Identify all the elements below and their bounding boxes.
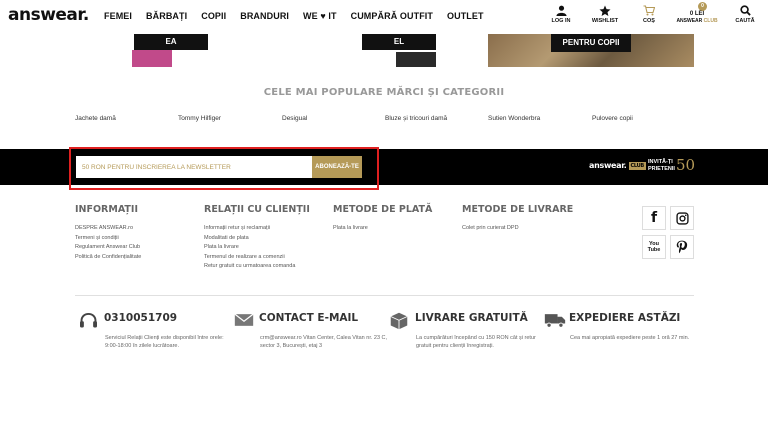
club-label: ANSWEAR CLUB: [676, 18, 717, 24]
popular-title: CELE MAI POPULARE MĂRCI ȘI CATEGORII: [263, 87, 505, 98]
hero-label-el: EL: [362, 34, 436, 50]
facebook-link[interactable]: f: [642, 206, 666, 230]
main-nav: FEMEI BĂRBAȚI COPII BRANDURI WE ♥ IT CUM…: [104, 11, 484, 21]
popular-item[interactable]: Bluze și tricouri damă: [385, 115, 447, 122]
info-title: CONTACT E-MAIL: [259, 312, 359, 324]
hero-label-copii: PENTRU COPII: [551, 34, 631, 52]
pinterest-icon: [676, 240, 688, 254]
instagram-link[interactable]: [670, 206, 694, 230]
login-label: LOG IN: [551, 18, 571, 24]
nav-item-copii[interactable]: COPII: [201, 11, 226, 21]
wishlist-label: WISHLIST: [591, 18, 619, 24]
footer-col-metode-livrare: METODE DE LIVRARE Colet prin curierat DP…: [462, 204, 586, 234]
search-label: CAUTĂ: [735, 18, 755, 24]
info-text: Cea mai apropiată expediere peste 1 oră …: [570, 335, 690, 341]
hero-tile-el[interactable]: EL: [362, 34, 440, 67]
answear-logo[interactable]: answear.: [8, 5, 89, 25]
highlight-box: [69, 147, 379, 190]
info-text: La cumpărături începând cu 150 RON cât ș…: [416, 335, 536, 349]
cart-label: COȘ: [643, 18, 655, 24]
hero-tile-pentru-copii[interactable]: PENTRU COPII: [488, 34, 694, 67]
footer-link[interactable]: Informații retur și reclamații: [204, 224, 328, 234]
youtube-icon: You Tube: [647, 241, 661, 253]
nav-item-outlet[interactable]: OUTLET: [447, 11, 484, 21]
footer-col-informatii: INFORMAȚII DESPRE ANSWEAR.ro Termeni și …: [75, 204, 199, 262]
footer-link[interactable]: Retur gratuit cu urmatoarea comanda: [204, 262, 328, 272]
star-icon: [599, 3, 611, 18]
footer-col-title: RELAȚII CU CLIENȚII: [204, 204, 310, 215]
popular-item[interactable]: Jachete damă: [75, 115, 116, 122]
nav-item-cumpara-outfit[interactable]: CUMPĂRĂ OUTFIT: [351, 11, 433, 21]
pinterest-link[interactable]: [670, 235, 694, 259]
truck-icon: [544, 314, 566, 328]
invite-line-1: INVITĂ-ȚI: [648, 159, 673, 165]
footer-link[interactable]: Plata la livrare: [333, 224, 457, 234]
popular-item[interactable]: Tommy Hilfiger: [178, 115, 221, 122]
site-header: answear. FEMEI BĂRBAȚI COPII BRANDURI WE…: [0, 0, 768, 34]
footer-link[interactable]: Colet prin curierat DPD: [462, 224, 586, 234]
headset-icon: [80, 312, 97, 328]
club-label-suffix: CLUB: [703, 18, 718, 24]
popular-item[interactable]: Desigual: [282, 115, 307, 122]
cart-button[interactable]: COȘ: [632, 3, 666, 24]
hero-tile-ea[interactable]: EA: [132, 34, 210, 67]
footer-divider: [75, 295, 694, 296]
answear-club-logo[interactable]: answear. CLUB: [589, 161, 646, 170]
footer-link[interactable]: Politică de Confidențialitate: [75, 253, 199, 263]
popular-item[interactable]: Sutien Wonderbra: [488, 115, 540, 122]
hero-label-ea: EA: [134, 34, 208, 50]
hero-image-el: [396, 52, 436, 67]
info-text: Serviciul Relații Clienți este disponibi…: [105, 335, 224, 349]
club-badge: CLUB: [628, 161, 646, 170]
invite-line-2: PRIETENII: [648, 166, 675, 172]
info-title: EXPEDIERE ASTĂZI: [569, 312, 681, 324]
nav-item-branduri[interactable]: BRANDURI: [240, 11, 289, 21]
instagram-icon: [675, 211, 689, 225]
footer-link[interactable]: Plata la livrare: [204, 243, 328, 253]
hero-image-ea: [132, 50, 172, 67]
popular-item[interactable]: Pulovere copii: [592, 115, 633, 122]
login-button[interactable]: LOG IN: [544, 3, 578, 24]
footer-col-metode-plata: METODE DE PLATĂ Plata la livrare: [333, 204, 457, 234]
club-count-badge: 0: [698, 2, 707, 11]
footer-col-title: METODE DE LIVRARE: [462, 204, 574, 215]
popular-list: Jachete damă Tommy Hilfiger Desigual Blu…: [75, 115, 715, 125]
club-label-prefix: ANSWEAR: [676, 18, 703, 24]
footer-col-title: METODE DE PLATĂ: [333, 204, 433, 215]
footer-link[interactable]: Modalitati de plata: [204, 234, 328, 244]
nav-item-femei[interactable]: FEMEI: [104, 11, 132, 21]
facebook-icon: f: [650, 210, 658, 226]
nav-item-we-love-it[interactable]: WE ♥ IT: [303, 11, 337, 21]
invite-amount: 50: [676, 156, 696, 174]
wishlist-button[interactable]: WISHLIST: [588, 3, 622, 24]
info-title: LIVRARE GRATUITĂ: [415, 312, 528, 324]
info-title[interactable]: 0310051709: [104, 312, 177, 324]
package-icon: [390, 312, 408, 330]
youtube-link[interactable]: You Tube: [642, 235, 666, 259]
invite-friends-text[interactable]: INVITĂ-ȚI PRIETENII: [648, 159, 675, 173]
footer-col-title: INFORMAȚII: [75, 204, 138, 215]
user-icon: [555, 3, 567, 18]
info-text[interactable]: crm@answear.ro Vitan Center, Calea Vitan…: [260, 334, 390, 350]
footer-link[interactable]: Regulament Answear Club: [75, 243, 199, 253]
club-account[interactable]: 0 0 lei ANSWEAR CLUB: [676, 2, 718, 24]
nav-item-barbati[interactable]: BĂRBAȚI: [146, 11, 187, 21]
search-button[interactable]: CAUTĂ: [728, 3, 762, 24]
search-icon: [739, 3, 751, 18]
footer-link[interactable]: Termenul de realizare a comenzii: [204, 253, 328, 263]
footer-link[interactable]: DESPRE ANSWEAR.ro: [75, 224, 199, 234]
footer-link[interactable]: Termeni și condiții: [75, 234, 199, 244]
footer-col-relatii-clienti: RELAȚII CU CLIENȚII Informații retur și …: [204, 204, 328, 272]
club-logo-text: answear.: [589, 161, 627, 170]
header-actions: LOG IN WISHLIST COȘ 0 0 lei ANSWEAR CLUB…: [544, 2, 762, 24]
cart-icon: [643, 3, 655, 18]
envelope-icon: [234, 313, 254, 326]
